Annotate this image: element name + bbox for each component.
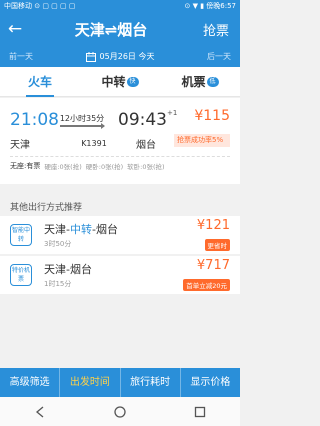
seat-hard-seat: 硬座:0张(抢) [44,163,82,171]
date-selector[interactable]: 05月26日 今天 [85,51,155,62]
option-tag: 首单立减20元 [183,279,230,291]
advanced-filter-button[interactable]: 高级筛选 [0,368,61,397]
calendar-icon [85,51,96,62]
next-day-button[interactable]: 后一天 [207,51,231,62]
option-route-start: 天津- [44,223,70,236]
seat-soft-sleeper: 软卧:0张(抢) [127,163,165,171]
seat-hard-sleeper: 硬卧:0张(抢) [85,163,124,171]
transport-tabs: 火车 中转快 机票低 [0,67,240,97]
nav-recent-icon[interactable] [194,406,206,418]
grab-success-rate: 抢票成功率5% [174,134,230,147]
discount-flight-icon: 特价机票 [10,264,32,286]
option-route: 天津-中转-烟台 [44,221,197,237]
header: ← 天津⇌烟台 抢票 [0,12,240,46]
travel-time-sort[interactable]: 旅行耗时 [121,368,181,397]
bottom-filter-bar: 高级筛选 出发时间 旅行耗时 显示价格 [0,368,240,397]
option-flight[interactable]: 特价机票 天津-烟台 1时15分 ¥717 首单立减20元 [0,256,240,294]
arrival-time: 09:43+1 [118,109,178,131]
tab-flight-label: 机票 [181,74,206,89]
tab-transfer-badge: 快 [126,77,139,87]
tab-train[interactable]: 火车 [0,67,80,97]
option-tag: 更省时 [204,239,230,251]
departure-time: 21:08 [10,110,59,130]
seat-no-seat: 无座:有票 [10,162,41,170]
option-route-end: -烟台 [91,223,118,236]
duration-block: 12小时35分 [54,113,110,129]
status-bar: 中国移动 ⊙ ▢ ▢ ▢ ▢ ⊙ ▼ ▮ 傍晚6:57 [0,0,240,12]
prev-day-button[interactable]: 前一天 [9,51,33,62]
next-day-mark: +1 [167,109,178,117]
nav-home-icon[interactable] [114,405,126,418]
tab-flight[interactable]: 机票低 [160,67,240,97]
tab-transfer-label: 中转 [101,74,126,89]
option-route: 天津-烟台 [44,263,92,276]
tab-train-label: 火车 [27,74,52,89]
ticket-price: ¥115 [194,108,230,124]
smart-transfer-icon: 智能中转 [10,224,32,246]
carrier-status: 中国移动 ⊙ ▢ ▢ ▢ ▢ [4,2,76,10]
tab-flight-badge: 低 [206,77,219,87]
tab-transfer[interactable]: 中转快 [80,67,160,97]
back-arrow-icon[interactable]: ← [0,12,30,46]
option-route-mid: 中转 [69,223,92,236]
system-status: ⊙ ▼ ▮ 傍晚6:57 [184,2,237,10]
date-bar: 前一天 05月26日 今天 后一天 [0,46,240,67]
option-price: ¥121 [196,218,230,233]
option-duration: 1时15分 [44,280,72,288]
train-result-card[interactable]: 21:08 12小时35分 09:43+1 ¥115 抢票成功率5% 天津 K1… [0,98,240,184]
departure-time-sort[interactable]: 出发时间 [60,368,121,397]
system-nav-bar [0,397,240,426]
option-price: ¥717 [196,258,230,273]
route-title[interactable]: 天津⇌烟台 [30,19,192,40]
option-duration: 3时50分 [44,240,72,248]
show-price-toggle[interactable]: 显示价格 [181,368,240,397]
option-transfer[interactable]: 智能中转 天津-中转-烟台 3时50分 ¥121 更省时 [0,216,240,254]
grab-ticket-button[interactable]: 抢票 [192,20,240,39]
travel-duration: 12小时35分 [59,113,105,123]
route-arrow-icon [60,122,105,129]
section-title: 其他出行方式推荐 [10,203,83,213]
arrival-time-value: 09:43 [118,110,167,130]
nav-back-icon[interactable] [34,406,46,418]
current-date: 05月26日 今天 [99,52,155,61]
seat-availability: 无座:有票 硬座:0张(抢) 硬卧:0张(抢) 软卧:0张(抢) [10,157,230,175]
